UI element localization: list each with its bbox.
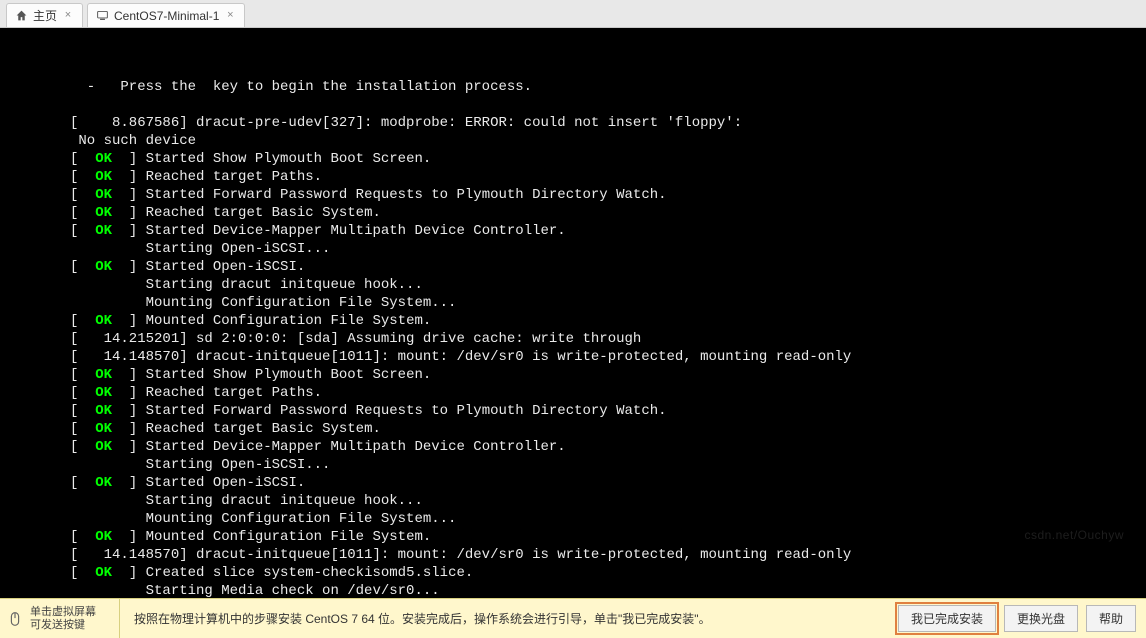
- install-hint-bar: 单击虚拟屏幕 可发送按键 按照在物理计算机中的步骤安装 CentOS 7 64 …: [0, 598, 1146, 638]
- change-disc-button[interactable]: 更换光盘: [1004, 605, 1078, 632]
- vm-icon: [96, 9, 109, 22]
- button-group: 我已完成安装 更换光盘 帮助: [898, 605, 1146, 632]
- mouse-icon: [6, 610, 24, 628]
- finished-install-button[interactable]: 我已完成安装: [898, 605, 996, 632]
- tab-vm[interactable]: CentOS7-Minimal-1 ×: [87, 3, 245, 27]
- send-keys-hint-line1: 单击虚拟屏幕: [30, 606, 96, 619]
- help-button[interactable]: 帮助: [1086, 605, 1136, 632]
- tab-home[interactable]: 主页 ×: [6, 3, 83, 27]
- tab-home-label: 主页: [33, 7, 57, 24]
- send-keys-hint-line2: 可发送按键: [30, 619, 96, 632]
- home-icon: [15, 9, 28, 22]
- vm-console[interactable]: - Press the key to begin the installatio…: [0, 28, 1146, 598]
- console-output: - Press the key to begin the installatio…: [0, 28, 1146, 598]
- tab-vm-close-icon[interactable]: ×: [224, 10, 236, 22]
- tab-strip: 主页 × CentOS7-Minimal-1 ×: [0, 0, 1146, 28]
- install-instruction: 按照在物理计算机中的步骤安装 CentOS 7 64 位。安装完成后，操作系统会…: [120, 610, 898, 627]
- tab-home-close-icon[interactable]: ×: [62, 10, 74, 22]
- tab-vm-label: CentOS7-Minimal-1: [114, 9, 219, 23]
- send-keys-hint[interactable]: 单击虚拟屏幕 可发送按键: [0, 599, 120, 638]
